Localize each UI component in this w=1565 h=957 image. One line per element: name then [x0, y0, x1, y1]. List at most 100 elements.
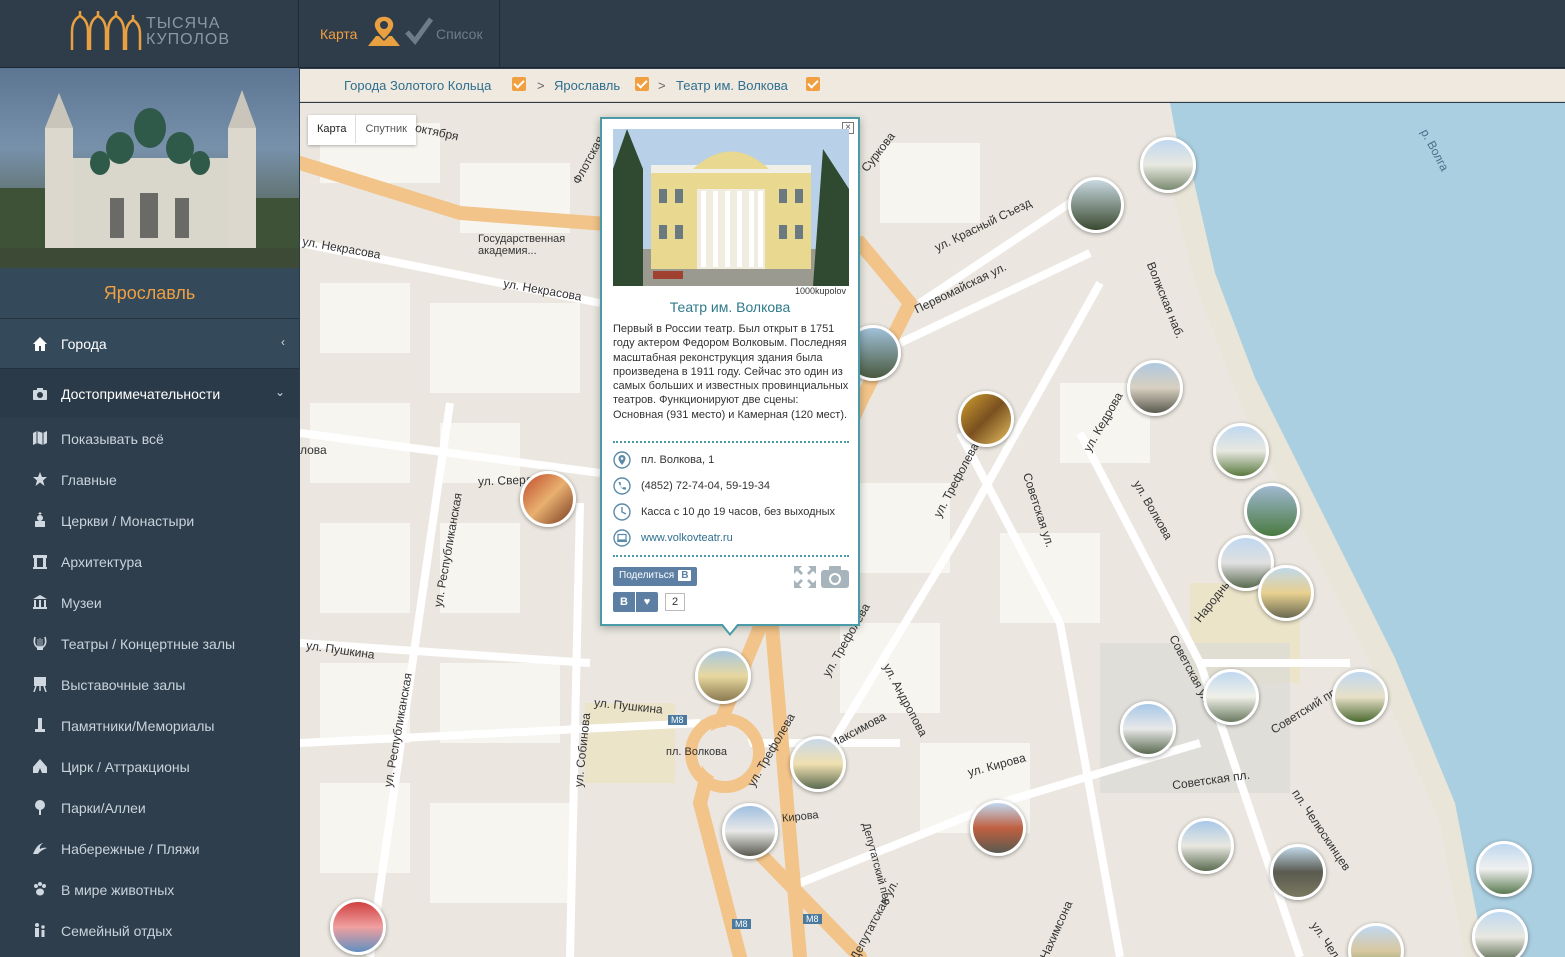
tab-map[interactable]: Карта — [320, 26, 357, 42]
location-pin-icon — [613, 451, 631, 469]
hours-text: Касса с 10 до 19 часов, без выходных — [641, 506, 836, 518]
menu-sub-exhibitions[interactable]: Выставочные залы — [0, 664, 299, 705]
divider — [613, 441, 849, 443]
heart-icon[interactable]: ♥ — [636, 592, 658, 612]
menu-sub-label: Церкви / Монастыри — [61, 513, 195, 529]
menu-item-attractions[interactable]: Достопримечательности ⌄ — [0, 368, 299, 418]
top-bar: ТЫСЯЧА КУПОЛОВ Карта Список — [0, 0, 1565, 68]
menu-sub-theatres[interactable]: Театры / Концертные залы — [0, 623, 299, 664]
menu-sub-embankments[interactable]: Набережные / Пляжи — [0, 828, 299, 869]
building-icon — [33, 555, 47, 569]
paw-icon — [34, 882, 46, 896]
menu-item-label: Города — [61, 336, 107, 352]
map-marker[interactable] — [1270, 844, 1326, 900]
home-icon — [33, 337, 47, 351]
menu-sub-main[interactable]: Главные — [0, 459, 299, 500]
map-marker[interactable] — [330, 899, 386, 955]
menu-sub-label: Парки/Аллеи — [61, 800, 146, 816]
map-marker[interactable] — [1472, 909, 1528, 957]
museum-icon — [33, 595, 47, 609]
map-marker[interactable] — [1213, 423, 1269, 479]
checkbox-icon[interactable] — [512, 77, 526, 91]
website-link[interactable]: www.volkovteatr.ru — [641, 532, 733, 544]
menu-sub-label: Музеи — [61, 595, 102, 611]
map-type-satellite[interactable]: Спутник — [356, 115, 415, 143]
checkbox-icon[interactable] — [806, 77, 820, 91]
menu-sub-circus[interactable]: Цирк / Аттракционы — [0, 746, 299, 787]
place-title: Театр им. Волкова — [669, 299, 791, 315]
map-marker[interactable] — [970, 800, 1026, 856]
wave-icon — [33, 843, 47, 854]
city-photo — [0, 68, 299, 268]
menu-sub-churches[interactable]: Церкви / Монастыри — [0, 500, 299, 541]
menu-sub-label: Главные — [61, 472, 117, 488]
map[interactable]: Карта Спутник ул. Некрасова ул. Некрасова… — [300, 103, 1565, 957]
menu-sub-monuments[interactable]: Памятники/Мемориалы — [0, 705, 299, 746]
menu-item-label: Достопримечательности — [61, 386, 221, 402]
map-marker[interactable] — [1332, 669, 1388, 725]
map-marker[interactable] — [1140, 137, 1196, 193]
view-tabs: Карта Список — [300, 0, 500, 68]
logo[interactable]: ТЫСЯЧА КУПОЛОВ — [0, 0, 299, 68]
map-marker[interactable] — [958, 391, 1014, 447]
circus-icon — [33, 759, 47, 773]
logo-line1: ТЫСЯЧА — [146, 15, 221, 32]
menu-sub-family[interactable]: Семейный отдых — [0, 910, 299, 951]
share-button[interactable]: Поделиться В — [613, 567, 698, 586]
map-marker[interactable] — [1203, 669, 1259, 725]
menu-sub-label: Цирк / Аттракционы — [61, 759, 190, 775]
menu-sub-animals[interactable]: В мире животных — [0, 869, 299, 910]
chevron-down-icon: ⌄ — [274, 385, 285, 399]
sidebar: Ярославль Города ‹ Достопримечательности… — [0, 68, 299, 957]
menu-sub-label: Памятники/Мемориалы — [61, 718, 215, 734]
phone-icon — [613, 477, 631, 495]
map-marker[interactable] — [1127, 360, 1183, 416]
easel-icon — [33, 677, 47, 692]
map-marker[interactable] — [1068, 177, 1124, 233]
church-icon — [35, 512, 45, 527]
camera-icon[interactable] — [820, 565, 850, 589]
photo-credit: 1000kupolov — [794, 286, 846, 296]
logo-line2: КУПОЛОВ — [146, 31, 231, 48]
menu-sub-museums[interactable]: Музеи — [0, 582, 299, 623]
map-icon — [33, 431, 47, 445]
map-marker[interactable] — [790, 736, 846, 792]
breadcrumb: Города Золотого Кольца > Ярославль > Теа… — [300, 69, 1565, 102]
menu-item-cities[interactable]: Города ‹ — [0, 318, 299, 368]
menu-sub-show-all[interactable]: Показывать всё — [0, 418, 299, 459]
menu-sub-label: В мире животных — [61, 882, 175, 898]
sidebar-menu: Города ‹ Достопримечательности ⌄ Показыв… — [0, 318, 299, 951]
menu-sub-architecture[interactable]: Архитектура — [0, 541, 299, 582]
map-type-map[interactable]: Карта — [308, 115, 357, 143]
breadcrumb-separator: > — [537, 78, 545, 93]
place-photo[interactable] — [613, 129, 849, 286]
map-marker[interactable] — [1244, 483, 1300, 539]
map-marker[interactable] — [520, 471, 576, 527]
breadcrumb-separator: > — [658, 78, 666, 93]
popup-pointer — [720, 623, 740, 636]
map-pin-icon[interactable] — [366, 14, 402, 48]
family-icon — [35, 923, 45, 937]
breadcrumb-link-yaroslavl[interactable]: Ярославль — [554, 78, 620, 93]
vk-icon: В — [678, 570, 692, 581]
checkmark-icon[interactable] — [404, 16, 434, 46]
map-marker[interactable] — [722, 803, 778, 859]
checkbox-icon[interactable] — [635, 77, 649, 91]
menu-sub-parks[interactable]: Парки/Аллеи — [0, 787, 299, 828]
map-marker[interactable] — [1476, 841, 1532, 897]
tab-list[interactable]: Список — [436, 26, 483, 42]
street-label: лова — [300, 443, 327, 457]
chevron-left-icon: ‹ — [281, 335, 285, 349]
breadcrumb-link-golden-ring[interactable]: Города Золотого Кольца — [344, 78, 491, 93]
breadcrumb-link-volkov-theatre[interactable]: Театр им. Волкова — [676, 78, 788, 93]
map-marker[interactable] — [1178, 818, 1234, 874]
menu-sub-label: Выставочные залы — [61, 677, 186, 693]
lyre-icon — [33, 636, 47, 650]
map-marker[interactable] — [1120, 701, 1176, 757]
map-marker-volkov-theatre[interactable] — [695, 648, 751, 704]
highway-badge: М8 — [668, 715, 687, 725]
map-marker[interactable] — [1258, 565, 1314, 621]
vk-like-button[interactable]: В — [613, 592, 635, 612]
fullscreen-icon[interactable] — [793, 565, 817, 589]
address-text: пл. Волкова, 1 — [641, 454, 715, 466]
